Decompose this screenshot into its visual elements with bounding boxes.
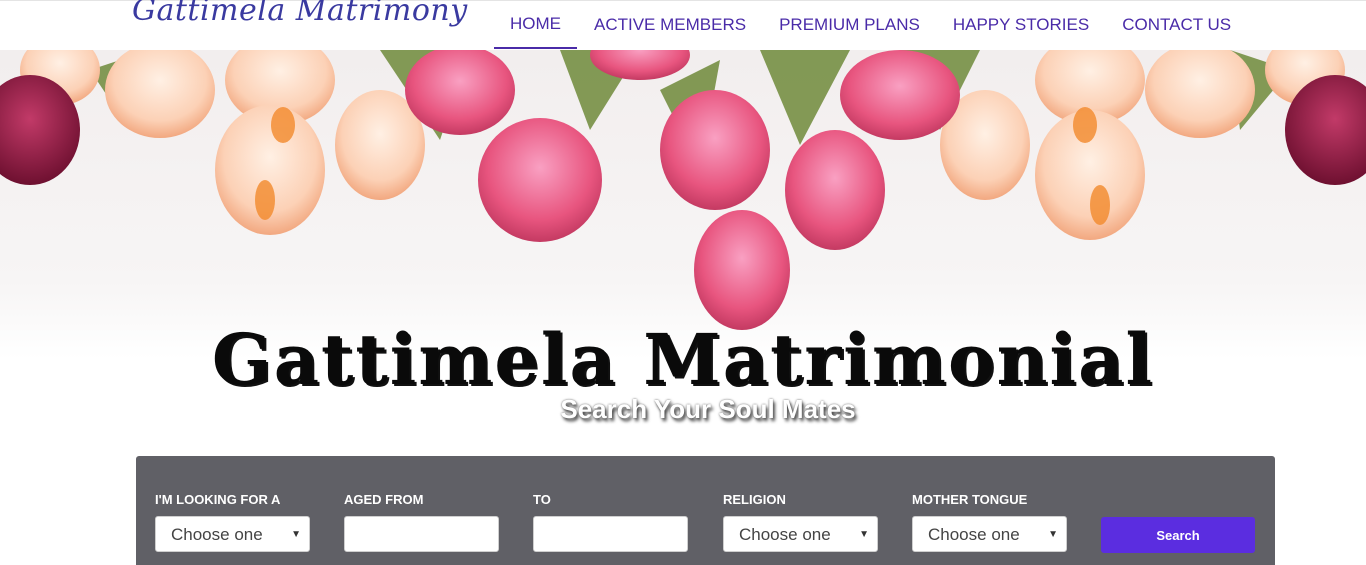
looking-for-label: I'M LOOKING FOR A [155, 492, 281, 507]
aged-from-field: AGED FROM [344, 492, 499, 552]
religion-field: RELIGION Choose one ▼ [723, 492, 878, 552]
chevron-down-icon: ▼ [291, 529, 301, 540]
looking-for-value: Choose one [171, 525, 263, 544]
chevron-down-icon: ▼ [859, 529, 869, 540]
aged-to-input[interactable] [533, 516, 688, 552]
nav-active-members[interactable]: ACTIVE MEMBERS [578, 1, 762, 49]
mother-tongue-label: MOTHER TONGUE [912, 492, 1028, 507]
chevron-down-icon: ▼ [1048, 529, 1058, 540]
religion-select[interactable]: Choose one ▼ [723, 516, 878, 552]
aged-from-label: AGED FROM [344, 492, 424, 507]
religion-value: Choose one [739, 525, 831, 544]
search-button[interactable]: Search [1101, 517, 1255, 553]
mother-tongue-field: MOTHER TONGUE Choose one ▼ [912, 492, 1067, 552]
aged-from-input[interactable] [344, 516, 499, 552]
looking-for-select[interactable]: Choose one ▼ [155, 516, 310, 552]
mother-tongue-value: Choose one [928, 525, 1020, 544]
tulip-illustration [0, 50, 1366, 330]
nav-home[interactable]: HOME [494, 1, 577, 49]
religion-label: RELIGION [723, 492, 786, 507]
hero-subtitle: Search Your Soul Mates [560, 394, 856, 424]
nav-contact-us[interactable]: CONTACT US [1106, 1, 1247, 49]
site-logo[interactable]: Gattimela Matrimony [132, 0, 468, 28]
looking-for-field: I'M LOOKING FOR A Choose one ▼ [155, 492, 310, 552]
hero-title: Gattimela Matrimonial [211, 318, 1155, 401]
nav-premium-plans[interactable]: PREMIUM PLANS [763, 1, 936, 49]
nav-happy-stories[interactable]: HAPPY STORIES [937, 1, 1105, 49]
search-panel: I'M LOOKING FOR A Choose one ▼ AGED FROM… [136, 456, 1275, 565]
site-header: Gattimela Matrimony HOME ACTIVE MEMBERS … [0, 0, 1366, 50]
mother-tongue-select[interactable]: Choose one ▼ [912, 516, 1067, 552]
aged-to-field: TO [533, 492, 688, 552]
aged-to-label: TO [533, 492, 551, 507]
main-nav: HOME ACTIVE MEMBERS PREMIUM PLANS HAPPY … [494, 1, 1247, 51]
